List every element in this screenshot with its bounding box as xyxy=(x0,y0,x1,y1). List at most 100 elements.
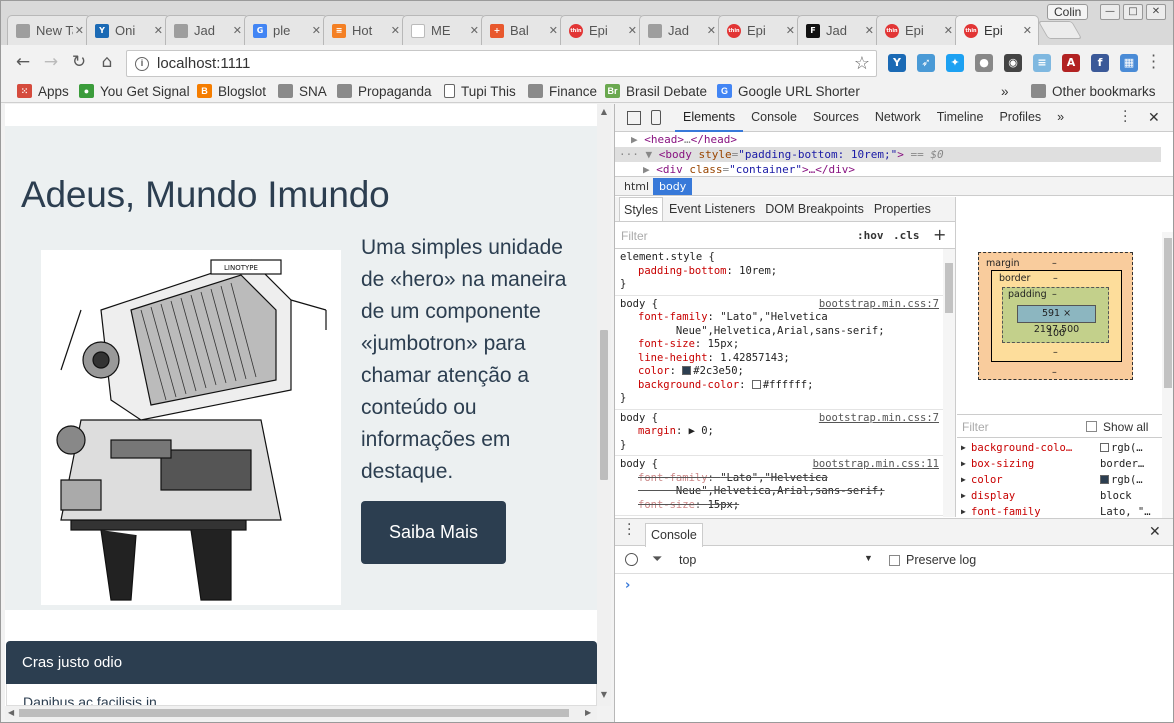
bookmarks-overflow-button[interactable]: » xyxy=(1001,82,1009,100)
maximize-button[interactable]: □ xyxy=(1123,4,1143,20)
scroll-thumb[interactable] xyxy=(600,330,608,480)
breadcrumb-html[interactable]: html xyxy=(618,178,655,195)
padding-top-value[interactable]: – xyxy=(1052,289,1057,300)
list-item[interactable]: Dapibus ac facilisis in xyxy=(6,684,597,706)
tab-elements[interactable]: Elements xyxy=(675,104,744,132)
css-property-name[interactable]: font-family xyxy=(638,472,708,484)
css-property-value[interactable]: 15px; xyxy=(708,499,740,511)
close-tab-icon[interactable]: ✕ xyxy=(75,24,84,37)
tab-10[interactable]: thin Epi ✕ xyxy=(718,15,802,45)
close-tab-icon[interactable]: ✕ xyxy=(154,24,163,37)
expand-triangle-icon[interactable]: ▶ xyxy=(961,504,966,518)
tab-properties[interactable]: Properties xyxy=(870,197,935,221)
tab-3[interactable]: Jad ✕ xyxy=(165,15,249,45)
more-tabs-button[interactable]: » xyxy=(1049,104,1072,132)
tab-network[interactable]: Network xyxy=(867,104,929,132)
tab-12[interactable]: thin Epi ✕ xyxy=(876,15,960,45)
close-window-button[interactable]: ✕ xyxy=(1146,4,1166,20)
address-bar[interactable]: i localhost:1111 ☆ xyxy=(126,50,877,77)
css-property-name[interactable]: font-size xyxy=(638,338,695,350)
padding-bottom-value[interactable]: 100 xyxy=(1047,328,1065,339)
margin-top-value[interactable]: – xyxy=(1052,258,1057,269)
css-declaration[interactable]: line-height: 1.42857143; xyxy=(620,352,938,366)
device-mode-icon[interactable] xyxy=(651,110,661,125)
css-property-name[interactable]: font-family xyxy=(638,311,708,323)
bookmark-tupi-this[interactable]: Tupi This xyxy=(444,82,516,100)
close-tab-icon[interactable]: ✕ xyxy=(944,24,953,37)
bookmark-finance[interactable]: Finance xyxy=(528,82,597,100)
css-property-name[interactable]: background-color xyxy=(638,379,739,391)
tab-2[interactable]: Y Oni ✕ xyxy=(86,15,170,45)
css-rule[interactable]: element.style {padding-bottom: 10rem;} xyxy=(615,249,943,296)
scroll-up-icon[interactable]: ▲ xyxy=(600,107,608,116)
url-text[interactable]: localhost:1111 xyxy=(157,55,250,72)
css-property-value[interactable]: #ffffff; xyxy=(763,379,814,391)
expand-triangle-icon[interactable]: ▶ xyxy=(961,456,966,472)
css-property-name[interactable]: color xyxy=(638,365,670,377)
tab-6[interactable]: ME ✕ xyxy=(402,15,486,45)
devtools-menu-icon[interactable]: · · · xyxy=(1123,105,1127,129)
bookmark-blogslot[interactable]: B Blogslot xyxy=(197,82,266,100)
color-swatch[interactable] xyxy=(751,379,761,389)
inspect-element-icon[interactable] xyxy=(627,110,641,125)
bookmark-brasil-debate[interactable]: Br Brasil Debate xyxy=(605,82,707,100)
css-property-value[interactable]: ▶ 0; xyxy=(689,425,714,437)
tab-1[interactable]: New Ta✕ xyxy=(7,15,91,45)
scroll-right-icon[interactable]: ▶ xyxy=(585,708,591,717)
bookmark-sna[interactable]: SNA xyxy=(278,82,327,100)
expand-triangle-icon[interactable]: ▶ xyxy=(961,488,966,504)
filter-funnel-icon[interactable]: ⏷ xyxy=(652,551,662,567)
reload-button[interactable]: ↻ xyxy=(69,53,89,73)
css-declaration[interactable]: font-family: "Lato","Helvetica Neue",Hel… xyxy=(620,311,938,338)
close-tab-icon[interactable]: ✕ xyxy=(865,24,874,37)
close-tab-icon[interactable]: ✕ xyxy=(707,24,716,37)
css-property-value[interactable]: #2c3e50; xyxy=(693,365,744,377)
color-swatch[interactable] xyxy=(1100,443,1109,452)
css-selector[interactable]: element.style { xyxy=(620,251,938,265)
css-declaration[interactable]: padding-bottom: 10rem; xyxy=(620,265,938,279)
tab-styles[interactable]: Styles xyxy=(619,197,664,221)
hov-toggle[interactable]: :hov xyxy=(857,229,884,242)
computed-property-row[interactable]: ▶ display block xyxy=(957,488,1162,504)
bird-ext-icon[interactable]: ➶ xyxy=(917,54,935,72)
tab-8[interactable]: thin Epi ✕ xyxy=(560,15,644,45)
close-tab-icon[interactable]: ✕ xyxy=(628,24,637,37)
learn-more-button[interactable]: Saiba Mais xyxy=(361,501,506,564)
page-horizontal-scrollbar[interactable]: ◀ ▶ xyxy=(5,706,597,720)
styles-filter-input[interactable]: Filter xyxy=(621,229,648,243)
tab-dom-breakpoints[interactable]: DOM Breakpoints xyxy=(761,197,868,221)
css-property-value[interactable]: 1.42857143; xyxy=(720,352,790,364)
close-tab-icon[interactable]: ✕ xyxy=(549,24,558,37)
css-property-value[interactable]: 10rem; xyxy=(739,265,777,277)
acrobat-icon[interactable]: A xyxy=(1062,54,1080,72)
css-declaration[interactable]: color: #2c3e50; xyxy=(620,365,938,379)
css-source-link[interactable]: bootstrap.min.css:7 xyxy=(819,298,939,312)
close-devtools-icon[interactable]: ✕ xyxy=(1148,110,1160,126)
twitter-icon[interactable]: ✦ xyxy=(946,54,964,72)
border-bottom-value[interactable]: – xyxy=(1053,347,1058,358)
bookmark-apps[interactable]: ⁙ Apps xyxy=(17,82,69,100)
new-tab-button[interactable] xyxy=(1037,21,1083,39)
close-tab-icon[interactable]: ✕ xyxy=(233,24,242,37)
css-rule[interactable]: body {bootstrap.min.css:7 font-family: "L… xyxy=(615,296,943,410)
close-tab-icon[interactable]: ✕ xyxy=(786,24,795,37)
bookmark-propaganda[interactable]: Propaganda xyxy=(337,82,432,100)
scroll-down-icon[interactable]: ▼ xyxy=(600,690,608,699)
globe-ext-icon[interactable]: ● xyxy=(975,54,993,72)
dom-node-head[interactable]: ▶ <head>…</head> xyxy=(615,132,1161,147)
tab-11[interactable]: F Jad ✕ xyxy=(797,15,881,45)
bookmark-you-get-signal[interactable]: ● You Get Signal xyxy=(79,82,190,100)
bookmark-google-url-shorter[interactable]: G Google URL Shorter xyxy=(717,82,860,100)
box-model-content[interactable]: 591 × 2197.500 xyxy=(1017,305,1096,335)
css-declaration[interactable]: background-color: #ffffff; xyxy=(620,379,938,393)
breadcrumb-body[interactable]: body xyxy=(653,178,693,195)
styles-scrollbar[interactable] xyxy=(943,249,955,517)
scroll-left-icon[interactable]: ◀ xyxy=(8,708,14,717)
tab-13[interactable]: thin Epi ✕ xyxy=(955,15,1039,45)
expand-triangle-icon[interactable]: ▶ xyxy=(961,440,966,456)
tab-console[interactable]: Console xyxy=(743,104,805,132)
close-tab-icon[interactable]: ✕ xyxy=(470,24,479,37)
forward-button[interactable]: → xyxy=(41,53,61,73)
tab-sources[interactable]: Sources xyxy=(805,104,867,132)
styles-splitter[interactable] xyxy=(955,197,956,517)
